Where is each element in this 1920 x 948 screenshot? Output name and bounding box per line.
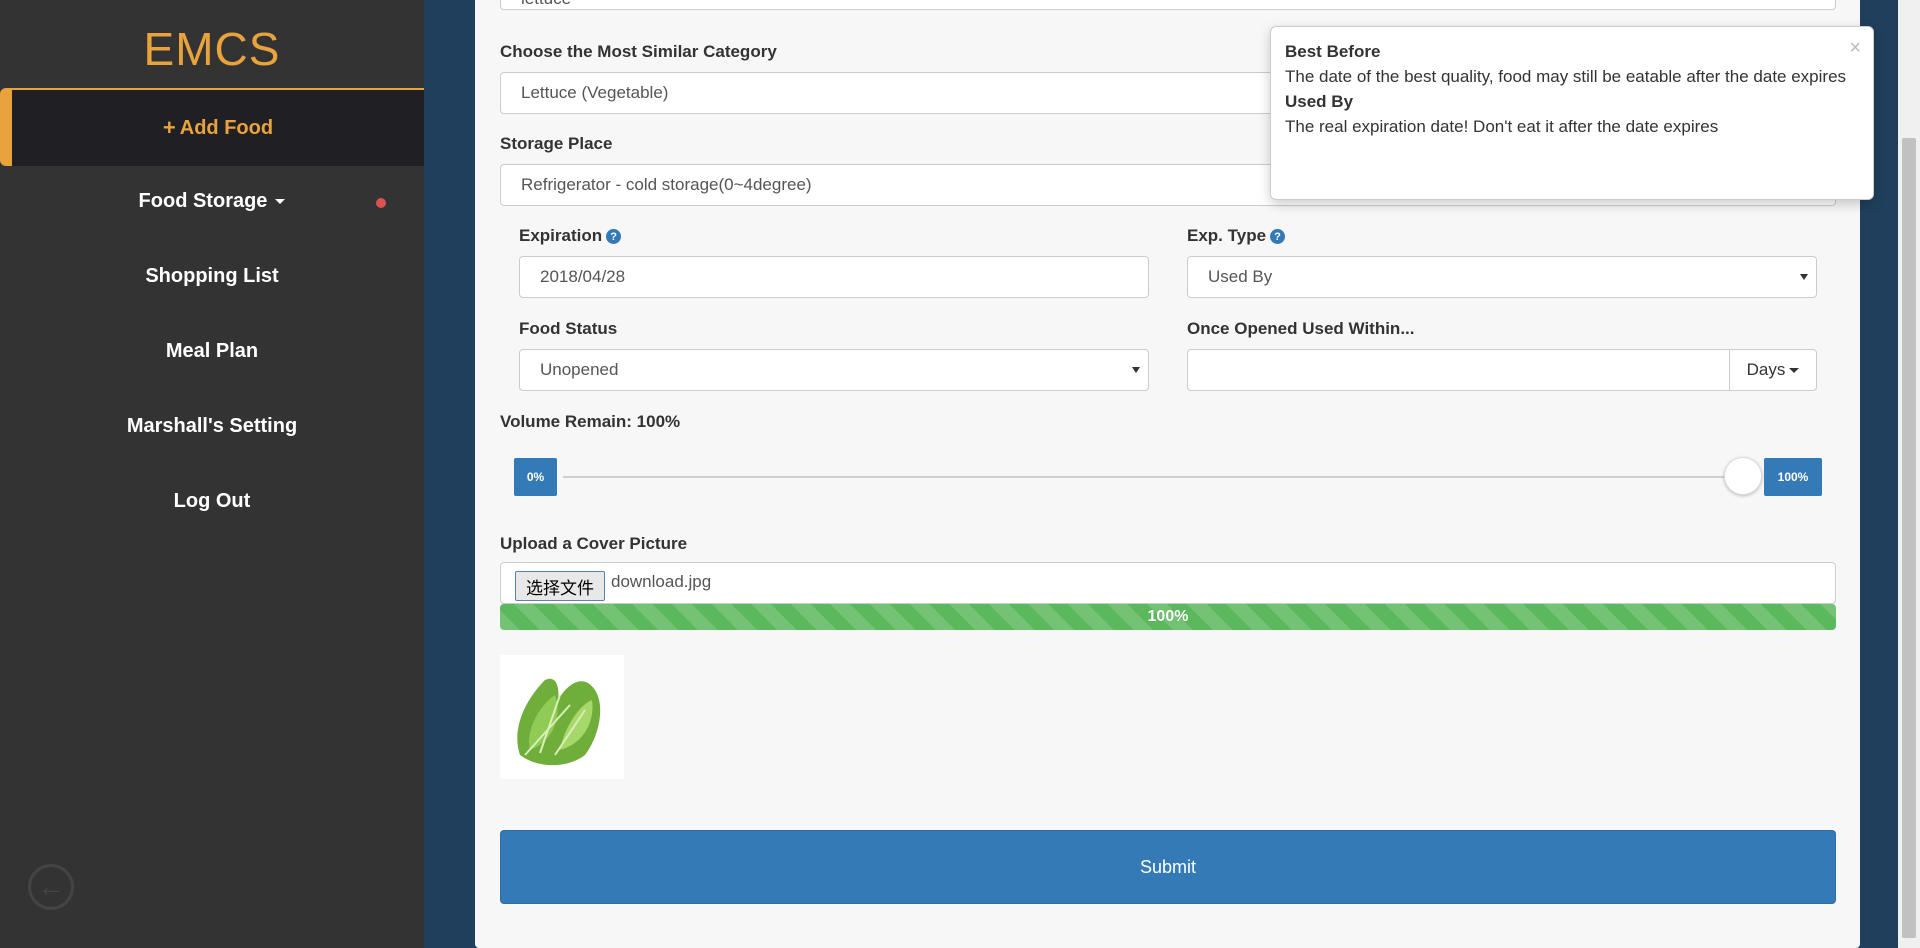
file-name: download.jpg <box>611 572 712 591</box>
choose-file-button[interactable]: 选择文件 <box>515 571 605 601</box>
plus-icon: + <box>162 115 176 140</box>
sidebar-item-settings[interactable]: Marshall's Setting <box>0 415 424 438</box>
caret-down-icon <box>275 199 286 205</box>
back-arrow-icon[interactable]: ← <box>28 864 74 910</box>
sidebar-item-label: Marshall's Setting <box>126 415 298 437</box>
sidebar-item-label: Food Storage <box>138 190 268 212</box>
sidebar-item-logout[interactable]: Log Out <box>0 490 424 513</box>
slider-max-label: 100% <box>1764 458 1822 496</box>
sidebar: EMCS + Add Food Food Storage Shopping Li… <box>0 0 424 948</box>
exp-type-label: Exp. Type? <box>1187 226 1286 246</box>
volume-slider-handle[interactable] <box>1724 457 1762 495</box>
help-popover: × Best Before The date of the best quali… <box>1270 26 1874 200</box>
food-status-select[interactable]: Unopened <box>519 349 1149 391</box>
popover-text-best-before: The date of the best quality, food may s… <box>1285 67 1847 86</box>
sidebar-item-add-food[interactable]: + Add Food <box>0 88 424 166</box>
scrollbar-thumb[interactable] <box>1902 138 1916 938</box>
food-status-label: Food Status <box>519 319 618 338</box>
volume-slider-track[interactable] <box>563 476 1743 478</box>
close-icon[interactable]: × <box>1849 37 1861 60</box>
help-icon[interactable]: ? <box>606 229 622 245</box>
help-icon[interactable]: ? <box>1270 229 1286 245</box>
food-name-input[interactable]: lettuce <box>500 0 1836 10</box>
sidebar-item-label: Add Food <box>179 116 274 139</box>
days-unit-dropdown[interactable]: Days <box>1729 349 1817 391</box>
once-opened-label: Once Opened Used Within... <box>1187 319 1415 338</box>
brand-logo[interactable]: EMCS <box>0 22 424 76</box>
sidebar-item-shopping-list[interactable]: Shopping List <box>0 265 424 288</box>
file-upload-field: 选择文件 download.jpg <box>500 562 1836 604</box>
upload-progress-bar: 100% <box>500 604 1836 630</box>
sidebar-item-food-storage[interactable]: Food Storage <box>0 190 424 213</box>
popover-text-used-by: The real expiration date! Don't eat it a… <box>1285 117 1719 136</box>
sidebar-item-label: Meal Plan <box>165 340 259 362</box>
expiration-label: Expiration? <box>519 226 622 246</box>
lettuce-image <box>500 655 624 779</box>
once-opened-input[interactable] <box>1187 349 1730 391</box>
chevron-down-icon <box>1800 274 1808 280</box>
caret-down-icon <box>1789 367 1800 373</box>
slider-min-label: 0% <box>514 458 557 496</box>
chevron-down-icon <box>1132 367 1140 373</box>
sidebar-item-meal-plan[interactable]: Meal Plan <box>0 340 424 363</box>
cover-picture-thumbnail <box>500 655 624 779</box>
page-scrollbar[interactable] <box>1898 0 1920 948</box>
volume-label: Volume Remain: 100% <box>500 412 681 431</box>
popover-title-best-before: Best Before <box>1285 42 1381 61</box>
sidebar-item-label: Shopping List <box>145 265 279 287</box>
category-label: Choose the Most Similar Category <box>500 42 777 61</box>
storage-label: Storage Place <box>500 134 613 153</box>
expiration-input[interactable]: 2018/04/28 <box>519 256 1149 298</box>
upload-label: Upload a Cover Picture <box>500 534 688 553</box>
notification-dot <box>376 198 386 208</box>
popover-title-used-by: Used By <box>1285 92 1354 111</box>
exp-type-select[interactable]: Used By <box>1187 256 1817 298</box>
submit-button[interactable]: Submit <box>500 830 1836 904</box>
sidebar-item-label: Log Out <box>173 490 251 512</box>
